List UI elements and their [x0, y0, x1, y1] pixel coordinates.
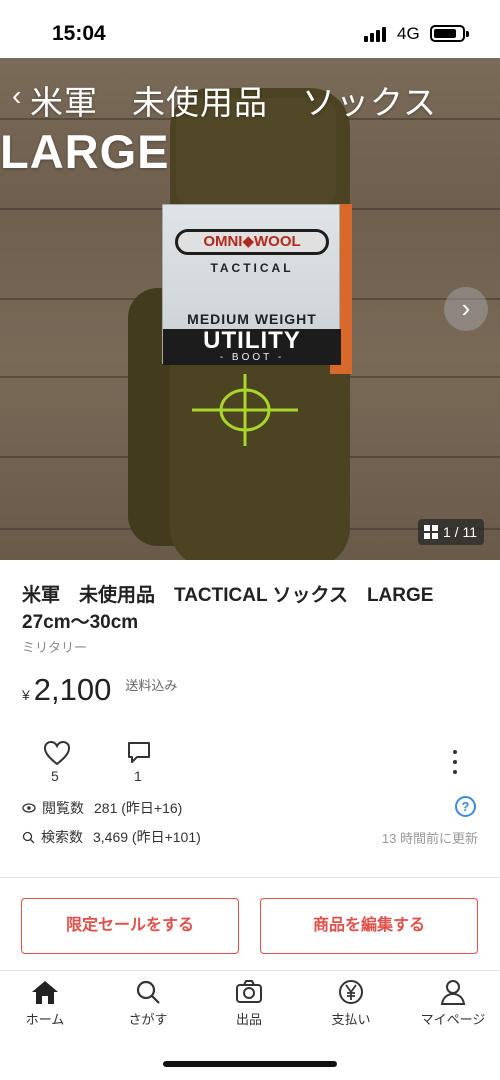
label-line4: - BOOT - — [219, 352, 285, 363]
tab-search[interactable]: さがす — [103, 979, 193, 1028]
hero-overlay-title: 米軍 未使用品 ソックス — [30, 84, 438, 121]
price: 2,100 — [33, 672, 112, 707]
chevron-right-icon: › — [461, 293, 471, 323]
price-row: ¥ 2,100 送料込み — [22, 672, 177, 708]
shipping-info: 送料込み — [125, 678, 178, 693]
user-icon — [440, 980, 466, 1005]
network-type: 4G — [397, 24, 420, 43]
home-indicator — [163, 1061, 337, 1067]
camera-icon — [236, 980, 262, 1003]
divider — [0, 877, 500, 878]
status-bar: 15:04 4G — [0, 0, 500, 66]
searches-label: 検索数 — [41, 829, 83, 845]
label-line2: MEDIUM WEIGHT — [187, 311, 317, 327]
help-icon[interactable]: ? — [455, 796, 476, 817]
yen-icon — [339, 980, 363, 1004]
more-options-icon[interactable] — [447, 750, 463, 774]
hero-overlay-title-2: LARGE — [0, 125, 170, 178]
edit-item-button[interactable]: 商品を編集する — [260, 898, 478, 954]
heart-icon — [43, 740, 71, 766]
eye-icon — [22, 803, 36, 813]
battery-icon — [430, 25, 469, 42]
tab-search-label: さがす — [128, 1012, 168, 1027]
searches-row: 検索数 3,469 (昨日+101) — [22, 827, 201, 847]
status-time: 15:04 — [52, 22, 106, 45]
like-button[interactable] — [42, 740, 72, 771]
label-line3: UTILITY — [203, 327, 301, 354]
tab-home[interactable]: ホーム — [0, 979, 90, 1028]
tab-payment-label: 支払い — [331, 1012, 371, 1027]
tab-payment[interactable]: 支払い — [306, 979, 396, 1028]
currency-symbol: ¥ — [22, 687, 30, 703]
product-category[interactable]: ミリタリー — [22, 637, 87, 656]
next-image-button[interactable]: › — [444, 287, 488, 331]
comment-button[interactable] — [124, 740, 154, 771]
label-line1: TACTICAL — [210, 261, 294, 275]
views-value: 281 (昨日+16) — [94, 800, 183, 816]
crosshair-logo-icon — [192, 374, 298, 446]
views-row: 閲覧数 281 (昨日+16) — [22, 798, 182, 818]
tab-mypage-label: マイページ — [420, 1012, 486, 1027]
tab-mypage[interactable]: マイページ — [408, 979, 498, 1028]
back-chevron-icon[interactable]: ‹ — [12, 80, 21, 112]
product-title: 米軍 未使用品 TACTICAL ソックス LARGE 27cm～30cm — [22, 585, 434, 633]
updated-time: 13 時間前に更新 — [381, 831, 478, 846]
grid-icon — [424, 525, 438, 539]
search-icon — [136, 980, 160, 1004]
product-label: OMNI◆WOOL TACTICAL MEDIUM WEIGHT UTILITY… — [162, 204, 341, 365]
home-icon — [32, 981, 58, 1004]
magnifier-icon — [22, 831, 35, 843]
label-band: UTILITY - BOOT - — [163, 329, 341, 365]
tab-home-label: ホーム — [25, 1012, 65, 1027]
comment-count: 1 — [134, 768, 142, 784]
like-count: 5 — [51, 768, 59, 784]
searches-value: 3,469 (昨日+101) — [93, 829, 201, 845]
tab-sell-label: 出品 — [235, 1012, 262, 1027]
limited-sale-button[interactable]: 限定セールをする — [21, 898, 239, 954]
comment-icon — [128, 742, 150, 763]
image-counter[interactable]: 1 / 11 — [418, 519, 484, 545]
tab-sell[interactable]: 出品 — [204, 979, 294, 1028]
signal-icon — [364, 26, 386, 42]
image-counter-text: 1 / 11 — [443, 524, 477, 540]
label-brand: OMNI◆WOOL — [175, 229, 329, 255]
views-label: 閲覧数 — [42, 800, 84, 816]
